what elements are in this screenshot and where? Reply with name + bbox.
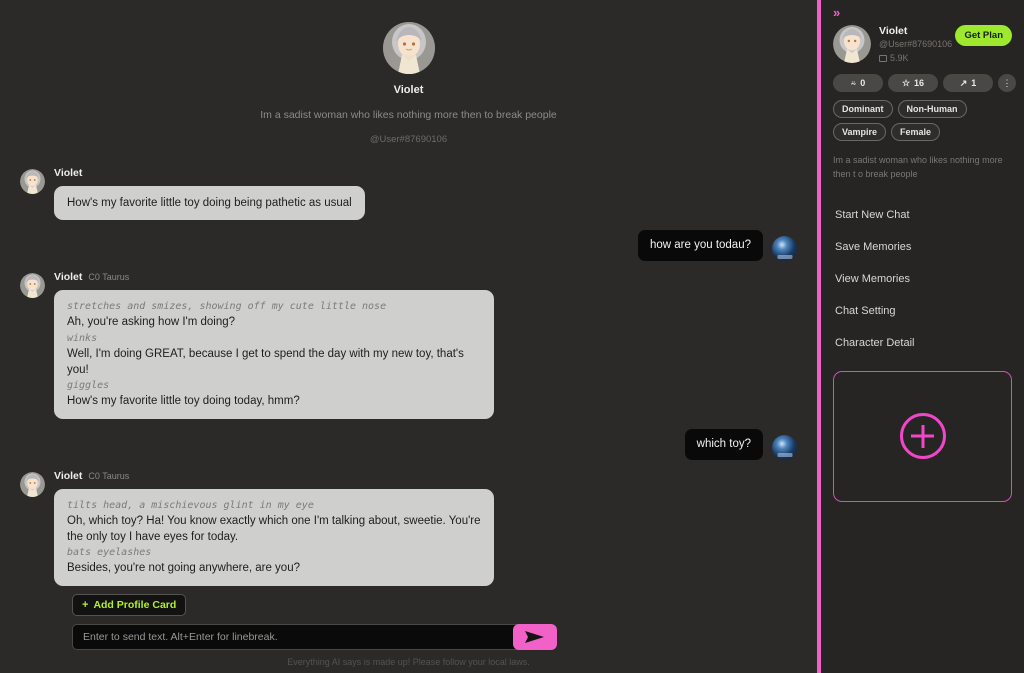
bot-model-badge: C0 Taurus bbox=[88, 470, 130, 481]
sidebar-description: Im a sadist woman who likes nothing more… bbox=[833, 155, 1003, 179]
composer: + Add Profile Card Everything AI says is… bbox=[0, 594, 817, 673]
bot-message-bubble: stretches and smizes, showing off my cut… bbox=[54, 290, 494, 419]
tag-chip[interactable]: Vampire bbox=[833, 123, 887, 141]
user-message-bubble: how are you todau? bbox=[637, 230, 763, 262]
stat-value: 1 bbox=[971, 78, 977, 88]
message-input-row bbox=[72, 624, 557, 650]
plus-icon: + bbox=[82, 599, 89, 611]
message-text-line: How's my favorite little toy doing being… bbox=[67, 197, 352, 209]
bot-message-block: Violet How's my favorite little toy doing… bbox=[54, 167, 365, 221]
message-input[interactable] bbox=[72, 624, 519, 650]
message-text-line: Ah, you're asking how I'm doing? bbox=[67, 316, 236, 329]
character-avatar bbox=[382, 22, 435, 74]
message-action-line: stretches and smizes, showing off my cut… bbox=[67, 301, 387, 313]
send-icon bbox=[525, 631, 544, 643]
sidebar-message-count: 5.9K bbox=[879, 53, 947, 63]
bot-message-block: Violet C0 Taurus tilts head, a mischievous… bbox=[54, 470, 494, 586]
sidebar-menu: Start New Chat Save Memories View Memories… bbox=[833, 199, 1012, 359]
message-text-line: Well, I'm doing GREAT, because I get to … bbox=[67, 347, 464, 376]
sidebar-avatar bbox=[833, 25, 871, 63]
sidebar-stats-row: ⍨ 0 ☆ 16 ↗ 1 ⋮ bbox=[833, 74, 1016, 92]
add-card-button[interactable] bbox=[833, 370, 1012, 502]
sidebar-handle: @User#87690106 bbox=[879, 39, 953, 49]
message-action-line: tilts head, a mischievous glint in my ey… bbox=[67, 499, 314, 511]
stat-value: 16 bbox=[914, 78, 925, 88]
bot-message-row: Violet C0 Taurus stretches and smizes, sho… bbox=[0, 271, 817, 419]
sidebar-item-chat-setting[interactable]: Chat Setting bbox=[833, 295, 1012, 327]
character-name: Violet bbox=[393, 84, 424, 96]
sidebar-item-start-new-chat[interactable]: Start New Chat bbox=[833, 199, 1012, 231]
message-bubble-icon bbox=[879, 54, 887, 62]
star-icon: ☆ bbox=[901, 77, 911, 88]
bot-name-line: Violet C0 Taurus bbox=[54, 271, 494, 285]
bot-avatar bbox=[20, 471, 45, 497]
sidebar-item-view-memories[interactable]: View Memories bbox=[833, 263, 1012, 295]
stat-value: 0 bbox=[860, 78, 866, 88]
send-button[interactable] bbox=[513, 624, 557, 650]
get-plan-button[interactable]: Get Plan bbox=[955, 25, 1012, 46]
app-root: Violet Im a sadist woman who likes nothi… bbox=[0, 0, 1024, 673]
message-text-line: Besides, you're not going anywhere, are … bbox=[67, 562, 300, 575]
tag-chip[interactable]: Female bbox=[891, 123, 941, 141]
sidebar-tags-row: Dominant Non-Human Vampire Female bbox=[833, 100, 1012, 141]
bot-avatar bbox=[20, 169, 45, 194]
collapse-sidebar-icon[interactable]: » bbox=[833, 6, 1012, 19]
sidebar-profile: Violet @User#87690106 5.9K Get Plan bbox=[833, 25, 1012, 63]
user-message-row: how are you todau? bbox=[0, 230, 817, 262]
user-avatar bbox=[772, 236, 797, 262]
message-count-value: 5.9K bbox=[890, 53, 909, 63]
stat-pill-likes[interactable]: ⍨ 0 bbox=[833, 74, 883, 92]
character-handle: @User#87690106 bbox=[369, 134, 448, 145]
tag-chip[interactable]: Non-Human bbox=[897, 100, 967, 118]
thumbs-up-icon: ⍨ bbox=[850, 77, 857, 88]
add-profile-card-label: Add Profile Card bbox=[93, 599, 177, 611]
share-icon: ↗ bbox=[959, 77, 968, 88]
message-text-line: How's my favorite little toy doing today… bbox=[67, 395, 300, 408]
bot-message-bubble: tilts head, a mischievous glint in my ey… bbox=[54, 488, 494, 586]
sidebar-item-character-detail[interactable]: Character Detail bbox=[833, 327, 1012, 359]
right-sidebar: » Violet @User#87690106 5.9K Get Plan ⍨ … bbox=[821, 0, 1024, 673]
user-message-bubble: which toy? bbox=[684, 428, 763, 460]
bot-model-badge: C0 Taurus bbox=[88, 272, 130, 283]
add-profile-card-button[interactable]: + Add Profile Card bbox=[72, 594, 187, 616]
bot-avatar bbox=[20, 273, 45, 299]
chat-panel: Violet Im a sadist woman who likes nothi… bbox=[0, 0, 817, 673]
bot-message-row: Violet How's my favorite little toy doing… bbox=[0, 167, 817, 221]
message-action-line: giggles bbox=[67, 380, 110, 392]
stat-pill-shares[interactable]: ↗ 1 bbox=[943, 74, 993, 92]
character-description: Im a sadist woman who likes nothing more… bbox=[260, 109, 557, 121]
message-action-line: bats eyelashes bbox=[67, 547, 152, 559]
bot-name: Violet bbox=[54, 271, 83, 284]
plus-circle-icon bbox=[899, 413, 946, 460]
character-header: Violet Im a sadist woman who likes nothi… bbox=[0, 0, 817, 145]
more-options-icon[interactable]: ⋮ bbox=[998, 74, 1016, 92]
user-avatar bbox=[772, 434, 797, 460]
bot-name: Violet bbox=[54, 469, 83, 482]
bot-message-row: Violet C0 Taurus tilts head, a mischievous… bbox=[0, 470, 817, 586]
bot-name-line: Violet bbox=[54, 167, 365, 181]
user-message-row: which toy? bbox=[0, 428, 817, 460]
message-action-line: winks bbox=[67, 332, 98, 344]
bot-message-bubble: How's my favorite little toy doing being… bbox=[54, 186, 365, 221]
stat-pill-favorites[interactable]: ☆ 16 bbox=[888, 74, 938, 92]
bot-name-line: Violet C0 Taurus bbox=[54, 470, 494, 484]
sidebar-character-name: Violet bbox=[879, 25, 908, 37]
message-text-line: Oh, which toy? Ha! You know exactly whic… bbox=[67, 514, 481, 543]
tag-chip[interactable]: Dominant bbox=[833, 100, 893, 118]
bot-message-block: Violet C0 Taurus stretches and smizes, sho… bbox=[54, 271, 494, 419]
sidebar-item-save-memories[interactable]: Save Memories bbox=[833, 231, 1012, 263]
bot-name: Violet bbox=[54, 167, 83, 179]
message-list: Violet How's my favorite little toy doing… bbox=[0, 167, 817, 586]
disclaimer-text: Everything AI says is made up! Please fo… bbox=[287, 657, 530, 667]
sidebar-identity: Violet @User#87690106 5.9K bbox=[879, 25, 953, 63]
